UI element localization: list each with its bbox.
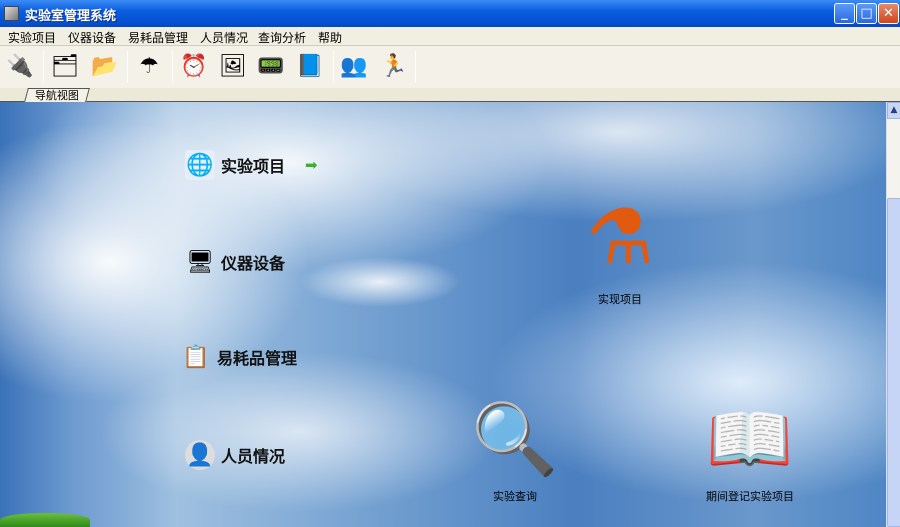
toolbar-separator: [333, 51, 334, 83]
magnifier-document-icon: 🔍: [471, 398, 559, 480]
app-icon: [4, 6, 19, 21]
alarm-clock-icon[interactable]: ⏰: [179, 51, 209, 81]
register-experiment-button[interactable]: 📖 期间登记实验项目: [690, 394, 810, 504]
arrow-right-icon: ➡: [305, 156, 318, 174]
implement-project-button[interactable]: ⚗ 实现项目: [570, 187, 670, 307]
umbrella-icon[interactable]: ☂: [134, 51, 164, 81]
nav-consumables[interactable]: 📋 易耗品管理: [181, 342, 297, 372]
close-button[interactable]: ✕: [878, 3, 899, 24]
window-title: 实验室管理系统: [25, 9, 117, 24]
monitor-icon: 🖥: [186, 249, 214, 275]
scroll-thumb[interactable]: [887, 198, 900, 527]
folder-move-icon[interactable]: 📂: [90, 51, 120, 81]
toolbar-separator: [172, 51, 173, 83]
nav-label: 实验项目: [221, 157, 286, 176]
users-icon[interactable]: 👥: [339, 51, 369, 81]
toolbar-separator: [127, 51, 128, 83]
toolbar-separator: [43, 51, 44, 83]
nav-label: 易耗品管理: [217, 349, 298, 368]
pda-icon[interactable]: 📟: [256, 51, 286, 81]
grass-decoration: [0, 513, 90, 527]
nav-experiments[interactable]: 🌐 实验项目 ➡: [185, 150, 318, 180]
menu-experiments[interactable]: 实验项目: [8, 29, 56, 46]
toolbar: 🔌 🗂 📂 ☂ ⏰ 🖼 📟 📘 👥 🏃: [0, 46, 900, 88]
nav-label: 仪器设备: [221, 254, 286, 273]
menu-consumables[interactable]: 易耗品管理: [128, 29, 188, 46]
help-book-icon[interactable]: 📘: [295, 51, 325, 81]
nav-personnel[interactable]: 👤 人员情况: [185, 440, 285, 470]
scroll-up-button[interactable]: ▲: [887, 102, 900, 119]
maximize-button[interactable]: □: [856, 3, 877, 24]
picture-icon[interactable]: 🖼: [218, 51, 248, 81]
nav-instruments[interactable]: 🖥 仪器设备: [185, 247, 285, 277]
tab-label: 导航视图: [34, 89, 79, 102]
flask-icon: ⚗: [585, 192, 655, 281]
clipboard-icon: 📋: [182, 344, 210, 370]
action-label: 实现项目: [598, 293, 642, 306]
tab-strip: 导航视图: [0, 88, 900, 102]
connect-icon[interactable]: 🔌: [5, 51, 35, 81]
person-avatar-icon: 👤: [185, 440, 215, 470]
action-label: 期间登记实验项目: [706, 490, 794, 503]
tab-navigation-view[interactable]: 导航视图: [24, 88, 90, 102]
action-label: 实验查询: [493, 490, 537, 503]
menu-bar: 实验项目 仪器设备 易耗品管理 人员情况 查询分析 帮助: [0, 27, 900, 46]
menu-personnel[interactable]: 人员情况: [200, 29, 248, 46]
navigation-panel: 🌐 实验项目 ➡ 🖥 仪器设备 📋 易耗品管理 👤 人员情况 ⚗ 实现项目 🔍 …: [0, 102, 886, 527]
minimize-button[interactable]: _: [834, 3, 855, 24]
nav-label: 人员情况: [221, 447, 286, 466]
menu-help[interactable]: 帮助: [318, 29, 342, 46]
folder-archive-icon[interactable]: 🗂: [50, 51, 80, 81]
experiment-globe-icon: 🌐: [185, 150, 215, 180]
experiment-query-button[interactable]: 🔍 实验查询: [450, 394, 580, 504]
menu-instruments[interactable]: 仪器设备: [68, 29, 116, 46]
vertical-scrollbar[interactable]: ▲: [886, 102, 900, 527]
book-magnifier-icon: 📖: [706, 398, 794, 480]
menu-query[interactable]: 查询分析: [258, 29, 306, 46]
toolbar-separator: [415, 51, 416, 83]
title-bar: 实验室管理系统 _ □ ✕: [0, 0, 900, 27]
runner-icon[interactable]: 🏃: [379, 51, 409, 81]
